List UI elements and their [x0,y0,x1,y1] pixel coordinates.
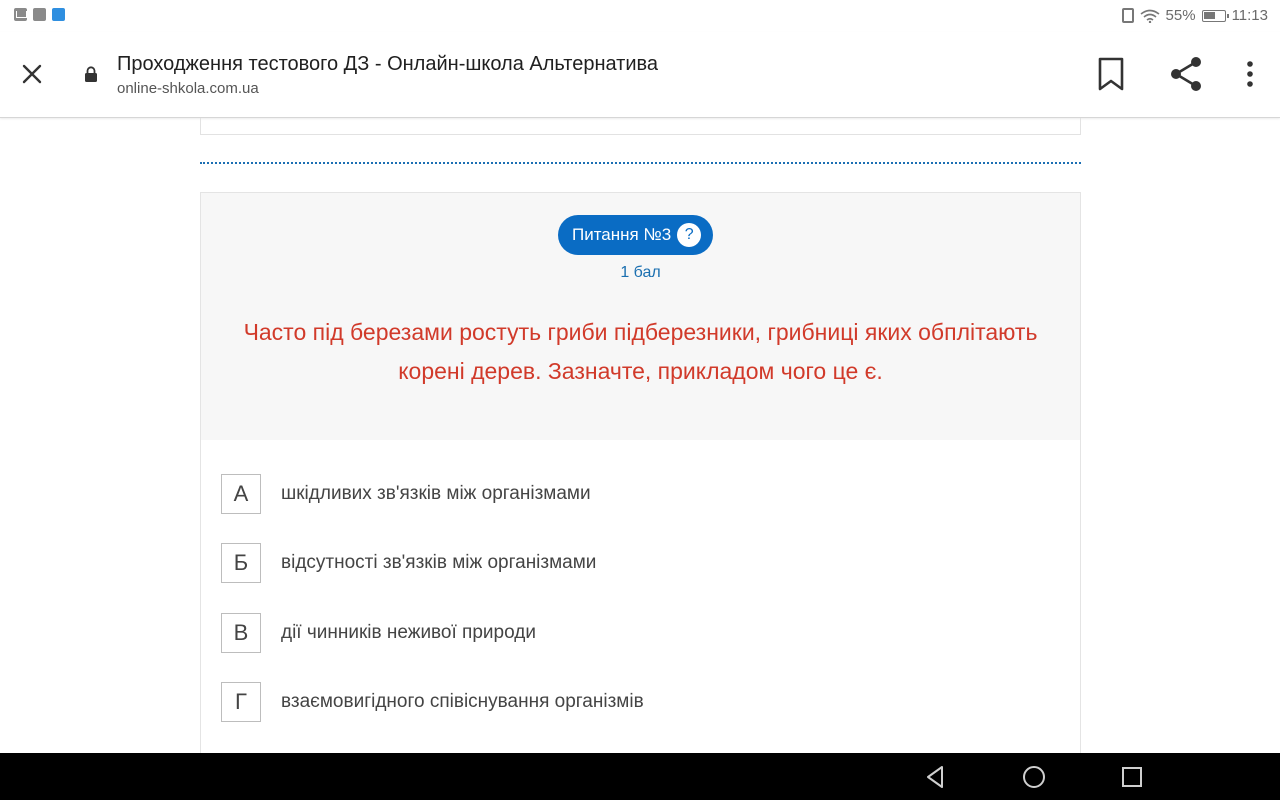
answer-text: взаємовигідного співіснування організмів [281,691,644,712]
answer-text: шкідливих зв'язків між організмами [281,483,591,504]
mail-icon [14,8,27,21]
notification-icons [14,8,65,21]
bookmark-button[interactable] [1091,54,1131,94]
answer-option-b[interactable]: Б відсутності зв'язків між організмами [221,543,596,583]
answer-option-v[interactable]: В дії чинників неживої природи [221,613,536,653]
question-header: Питання №3 ? 1 бал Часто під березами ро… [201,193,1080,440]
battery-percent: 55% [1165,7,1196,24]
page-title: Проходження тестового ДЗ - Онлайн-школа … [117,53,659,75]
question-text: Часто під березами ростуть гриби підбере… [243,319,1038,384]
section-divider [200,162,1081,164]
answer-letter[interactable]: А [221,474,261,514]
close-button[interactable] [14,56,50,92]
more-button[interactable] [1230,54,1270,94]
previous-question-box [200,118,1081,135]
system-icons: 55% 11:13 [1121,7,1268,24]
page-url: online-shkola.com.ua [117,80,259,97]
question-card: Питання №3 ? 1 бал Часто під березами ро… [200,192,1081,753]
question-points: 1 бал [620,264,661,281]
vibrate-icon [1121,8,1134,23]
answer-text: відсутності зв'язків між організмами [281,552,597,573]
status-bar: 55% 11:13 [0,0,1280,32]
battery-icon [1201,9,1229,22]
help-button[interactable]: ? [677,223,702,247]
bookmark-icon [1098,57,1124,91]
close-icon [22,64,42,84]
custom-tab-header: Проходження тестового ДЗ - Онлайн-школа … [0,32,1280,118]
lock-icon [85,66,97,82]
clock: 11:13 [1231,7,1268,24]
question-number: Питання №3 [572,225,672,244]
answer-letter[interactable]: Г [221,682,261,722]
recents-icon[interactable] [1118,763,1146,791]
wifi-icon [1140,9,1160,23]
answer-text: дії чинників неживої природи [281,622,536,643]
page-content: Питання №3 ? 1 бал Часто під березами ро… [0,118,1280,753]
back-icon[interactable] [922,763,950,791]
home-icon[interactable] [1020,763,1048,791]
answer-option-g[interactable]: Г взаємовигідного співіснування організм… [221,682,644,722]
answer-letter[interactable]: Б [221,543,261,583]
app-icon [52,8,65,21]
share-icon [1171,57,1201,91]
share-button[interactable] [1166,54,1206,94]
more-icon [1247,61,1253,87]
question-number-badge: Питання №3 ? [558,215,714,255]
notification-icon [33,8,46,21]
answer-letter[interactable]: В [221,613,261,653]
answer-option-a[interactable]: А шкідливих зв'язків між організмами [221,474,591,514]
system-nav-bar [0,753,1280,800]
